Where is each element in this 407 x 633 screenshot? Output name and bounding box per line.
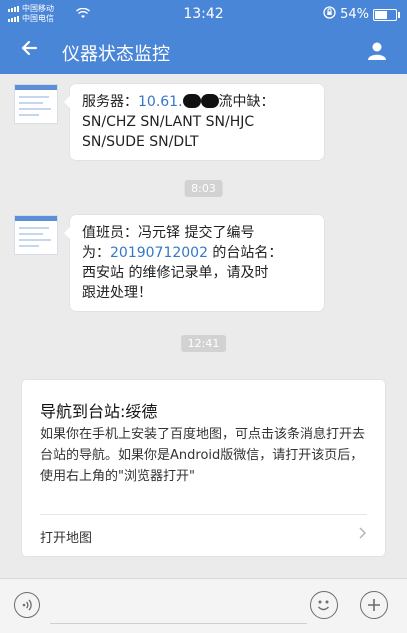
person-icon[interactable] — [367, 41, 387, 61]
avatar — [14, 215, 58, 255]
message-item: 值班员：冯元铎 提交了编号 为：20190712002 的台站名： 西安站 的维… — [14, 215, 324, 311]
page-title: 仪器状态监控 — [62, 44, 170, 65]
order-number-link[interactable]: 20190712002 — [110, 245, 208, 261]
status-bar: 中国移动 中国电信 13:42 54% — [0, 0, 407, 30]
redacted-mark — [182, 94, 201, 108]
divider — [40, 514, 367, 515]
open-map-link[interactable]: 打开地图 — [40, 527, 92, 546]
back-arrow-icon[interactable] — [20, 38, 38, 63]
battery-icon — [373, 8, 400, 21]
rotation-lock-icon — [323, 6, 336, 23]
message-input[interactable] — [50, 623, 307, 624]
timestamp: 8:03 — [184, 180, 223, 197]
input-bar — [0, 578, 407, 633]
plus-icon[interactable] — [360, 591, 388, 619]
avatar — [14, 84, 58, 124]
redacted-mark — [200, 94, 219, 108]
chevron-right-icon — [359, 527, 367, 543]
message-bubble[interactable]: 值班员：冯元铎 提交了编号 为：20190712002 的台站名： 西安站 的维… — [64, 215, 324, 311]
message-bubble[interactable]: 服务器：10.61. 流中缺： SN/CHZ SN/LANT SN/HJC SN/… — [64, 84, 324, 160]
server-ip-link[interactable]: 10.61. — [138, 94, 183, 110]
emoji-icon[interactable] — [310, 591, 338, 619]
battery-percent: 54% — [340, 7, 369, 22]
battery-status: 54% — [323, 6, 400, 23]
message-item: 服务器：10.61. 流中缺： SN/CHZ SN/LANT SN/HJC SN/… — [14, 84, 324, 160]
card-description: 如果你在手机上安装了百度地图，可点击该条消息打开去台站的导航。如果你是Andro… — [40, 427, 366, 484]
timestamp: 12:41 — [180, 335, 227, 352]
card-title: 导航到台站:绥德 — [40, 402, 158, 421]
voice-icon[interactable] — [14, 592, 40, 618]
navigation-card[interactable]: 导航到台站:绥德 如果你在手机上安装了百度地图，可点击该条消息打开去台站的导航。… — [22, 380, 385, 556]
top-nav-bar: 仪器状态监控 — [0, 30, 407, 74]
